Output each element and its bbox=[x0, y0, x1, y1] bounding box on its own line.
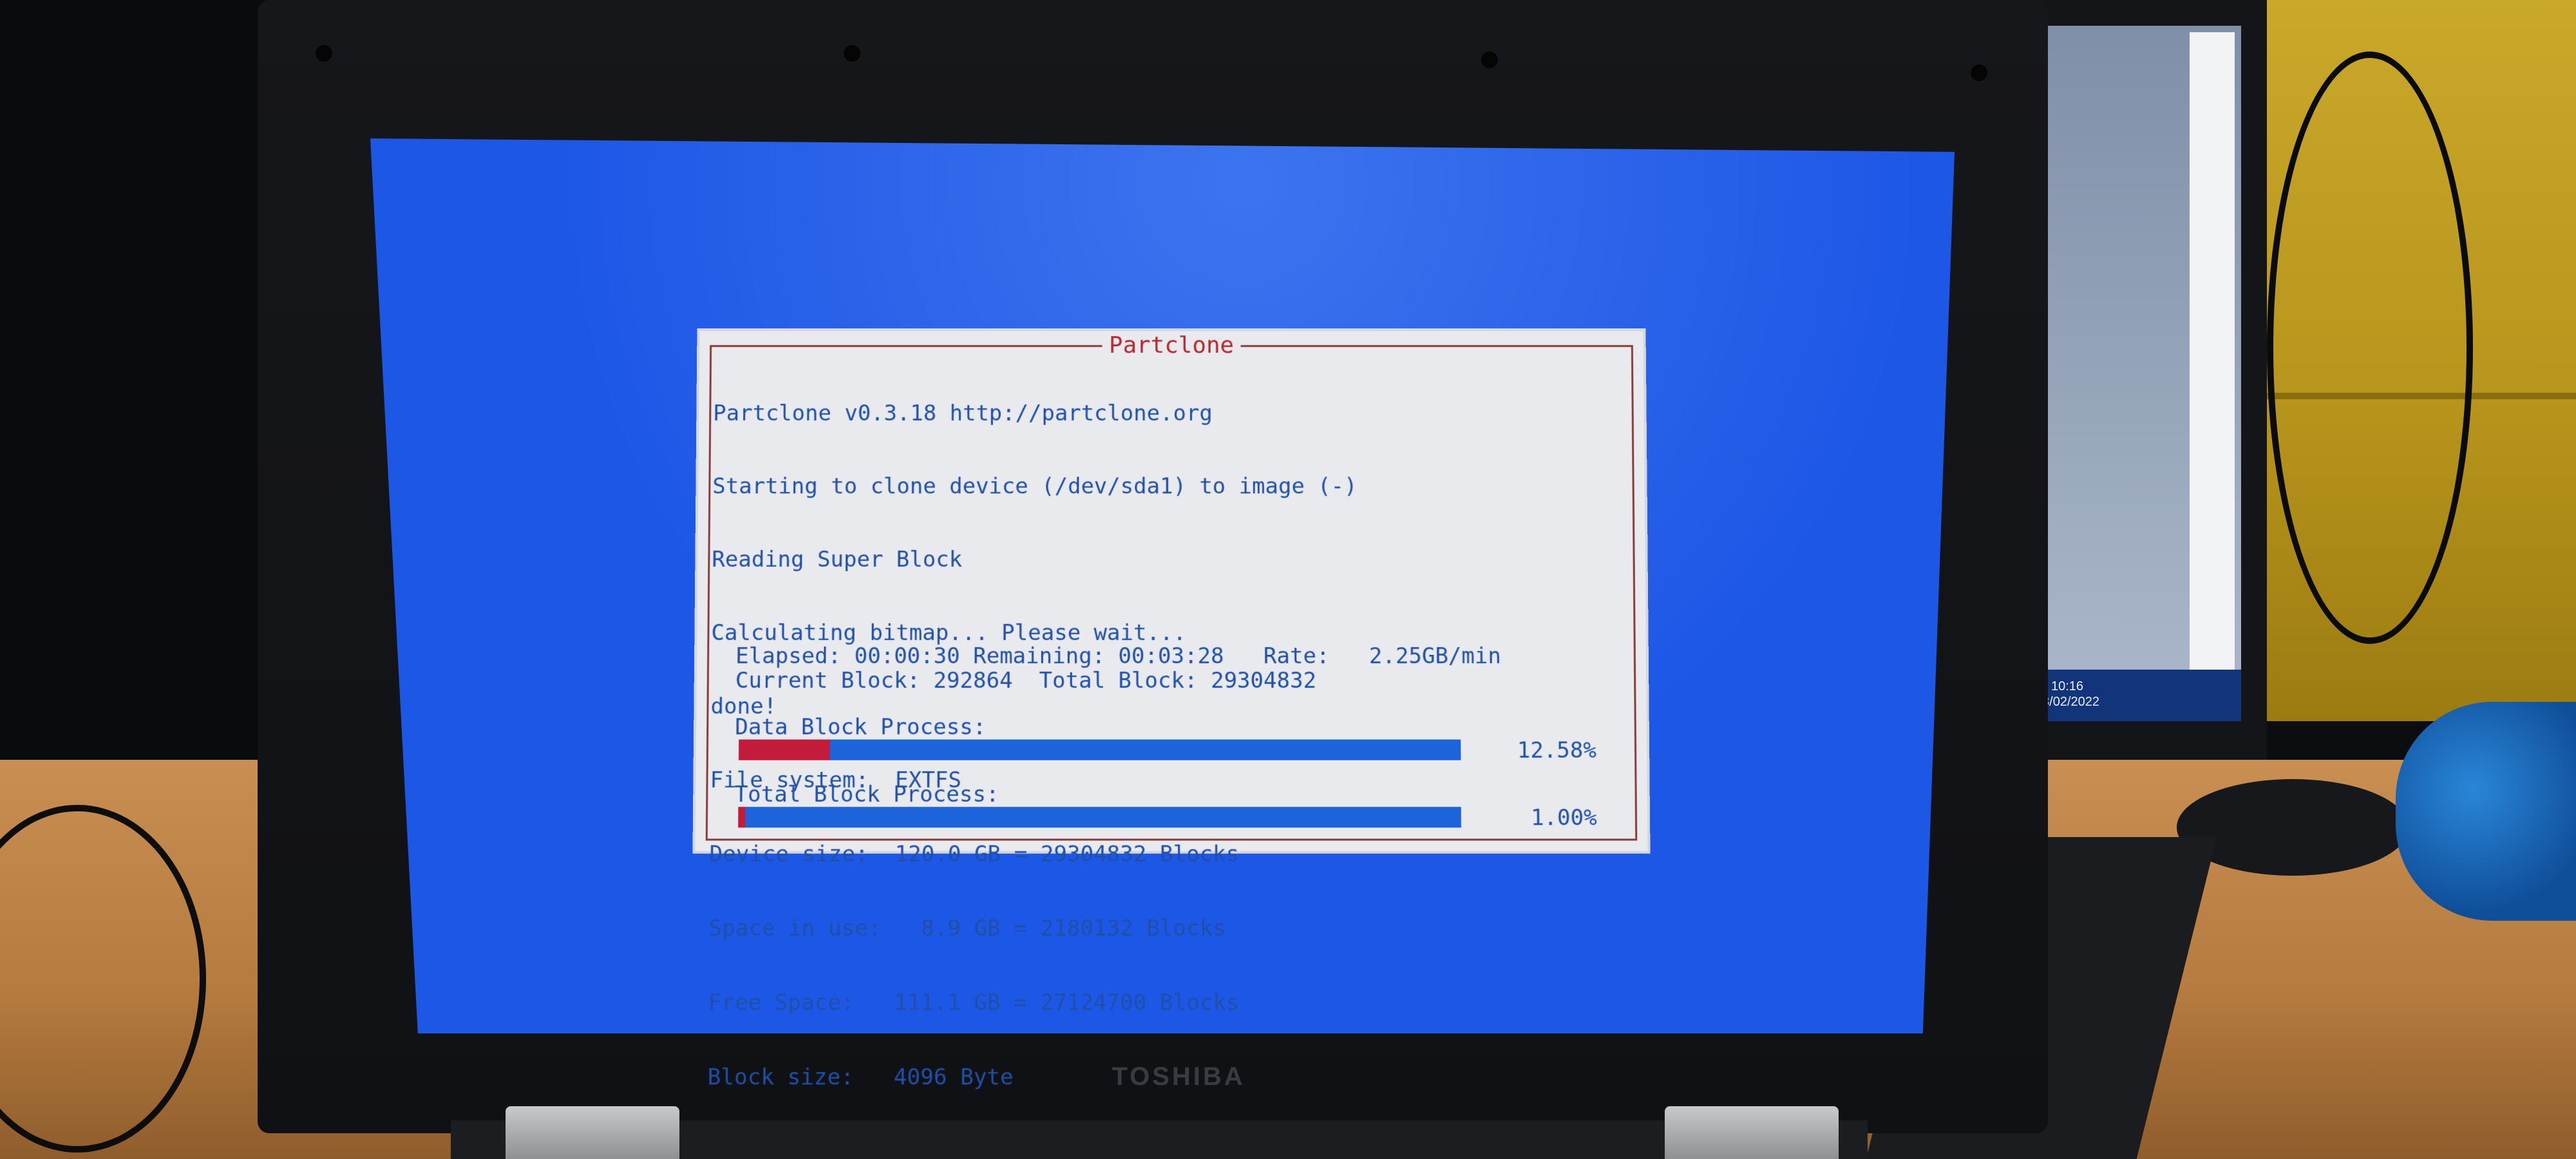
log-line: Calculating bitmap... Please wait... bbox=[711, 619, 1186, 646]
blue-object bbox=[2396, 702, 2576, 921]
bezel-screw bbox=[1481, 52, 1498, 68]
bezel-screw bbox=[844, 45, 860, 62]
log-line: Space in use: 8.9 GB = 2180132 Blocks bbox=[708, 915, 1226, 942]
block-counter: Current Block: 292864 Total Block: 29304… bbox=[735, 668, 1317, 694]
total-block-progress-bar bbox=[738, 807, 1461, 828]
second-monitor-document bbox=[2190, 32, 2235, 683]
hinge-left bbox=[506, 1106, 679, 1159]
bezel-screw bbox=[1971, 64, 1987, 81]
log-line: Partclone v0.3.18 http://partclone.org bbox=[713, 400, 1213, 426]
data-block-progress-fill bbox=[738, 739, 830, 760]
hinge-right bbox=[1665, 1106, 1839, 1159]
cable bbox=[2267, 52, 2473, 644]
total-block-progress-fill bbox=[738, 807, 746, 828]
data-block-percent: 12.58% bbox=[1517, 737, 1597, 764]
total-block-percent: 1.00% bbox=[1530, 805, 1597, 831]
data-block-progress-bar bbox=[738, 739, 1461, 760]
log-line: Block size: 4096 Byte bbox=[707, 1064, 1014, 1091]
log-line: Reading Super Block bbox=[712, 547, 963, 573]
elapsed-remaining-rate: Elapsed: 00:00:30 Remaining: 00:03:28 Ra… bbox=[735, 643, 1501, 670]
log-line: Device size: 120.0 GB = 29304832 Blocks bbox=[709, 841, 1240, 867]
bezel-screw bbox=[316, 45, 332, 62]
total-block-label: Total Block Process: bbox=[734, 781, 999, 808]
monitor-stand bbox=[2177, 779, 2409, 876]
partclone-dialog: Partclone Partclone v0.3.18 http://partc… bbox=[695, 331, 1648, 1091]
log-line: Starting to clone device (/dev/sda1) to … bbox=[712, 473, 1358, 500]
log-line: Free Space: 111.1 GB = 27124700 Blocks bbox=[708, 990, 1240, 1016]
data-block-label: Data Block Process: bbox=[735, 714, 987, 740]
